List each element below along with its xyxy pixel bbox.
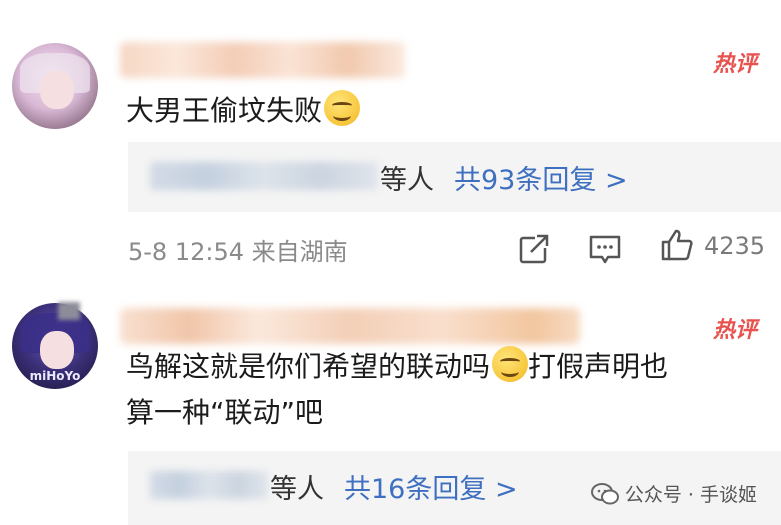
- comment-meta: 5-8 12:54 来自湖南: [128, 238, 348, 266]
- like-thumb-icon[interactable]: [660, 228, 694, 262]
- replies-preview[interactable]: 等人 共93条回复 >: [128, 142, 781, 212]
- wechat-icon: [590, 482, 619, 504]
- comment-card: 热评 大男王偷坟失败 等人 共93条回复 > 5-8 12:54 来自湖南 42…: [0, 0, 781, 290]
- user-avatar[interactable]: miHoYo: [12, 303, 98, 389]
- share-icon[interactable]: [517, 232, 551, 266]
- comment-text-line1b: 打假声明也: [528, 350, 669, 383]
- comment-text: 大男王偷坟失败: [126, 88, 361, 134]
- comment-text-content: 大男王偷坟失败: [126, 94, 323, 127]
- grin-emoji-icon: [492, 346, 529, 382]
- user-avatar[interactable]: [12, 43, 98, 129]
- comment-text: 鸟解这就是你们希望的联动吗 打假声明也 算一种“联动”吧: [126, 344, 756, 436]
- watermark: 公众号 · 手谈姬: [590, 480, 757, 507]
- like-count: 4235: [704, 232, 766, 260]
- comment-text-line1a: 鸟解这就是你们希望的联动吗: [126, 350, 491, 383]
- comment-text-line2: 算一种“联动”吧: [126, 396, 324, 429]
- hot-comment-badge: 热评: [712, 52, 757, 77]
- replies-label: 等人: [270, 474, 324, 505]
- reply-users-blurred: [150, 471, 268, 499]
- smile-emoji-icon: [324, 90, 361, 126]
- user-tag-blurred: [58, 302, 80, 320]
- hot-comment-badge: 热评: [712, 318, 757, 343]
- reply-users-blurred: [150, 162, 378, 190]
- avatar-face: [40, 331, 74, 369]
- username-blurred[interactable]: [120, 42, 405, 78]
- avatar-brand-text: miHoYo: [29, 369, 81, 383]
- username-blurred[interactable]: [120, 308, 580, 344]
- view-replies-link[interactable]: 共16条回复 >: [344, 467, 518, 506]
- view-replies-link[interactable]: 共93条回复 >: [454, 158, 628, 197]
- watermark-text: 公众号 · 手谈姬: [624, 484, 757, 506]
- comment-icon[interactable]: [588, 232, 622, 266]
- replies-label: 等人: [380, 165, 434, 196]
- avatar-face: [40, 71, 74, 109]
